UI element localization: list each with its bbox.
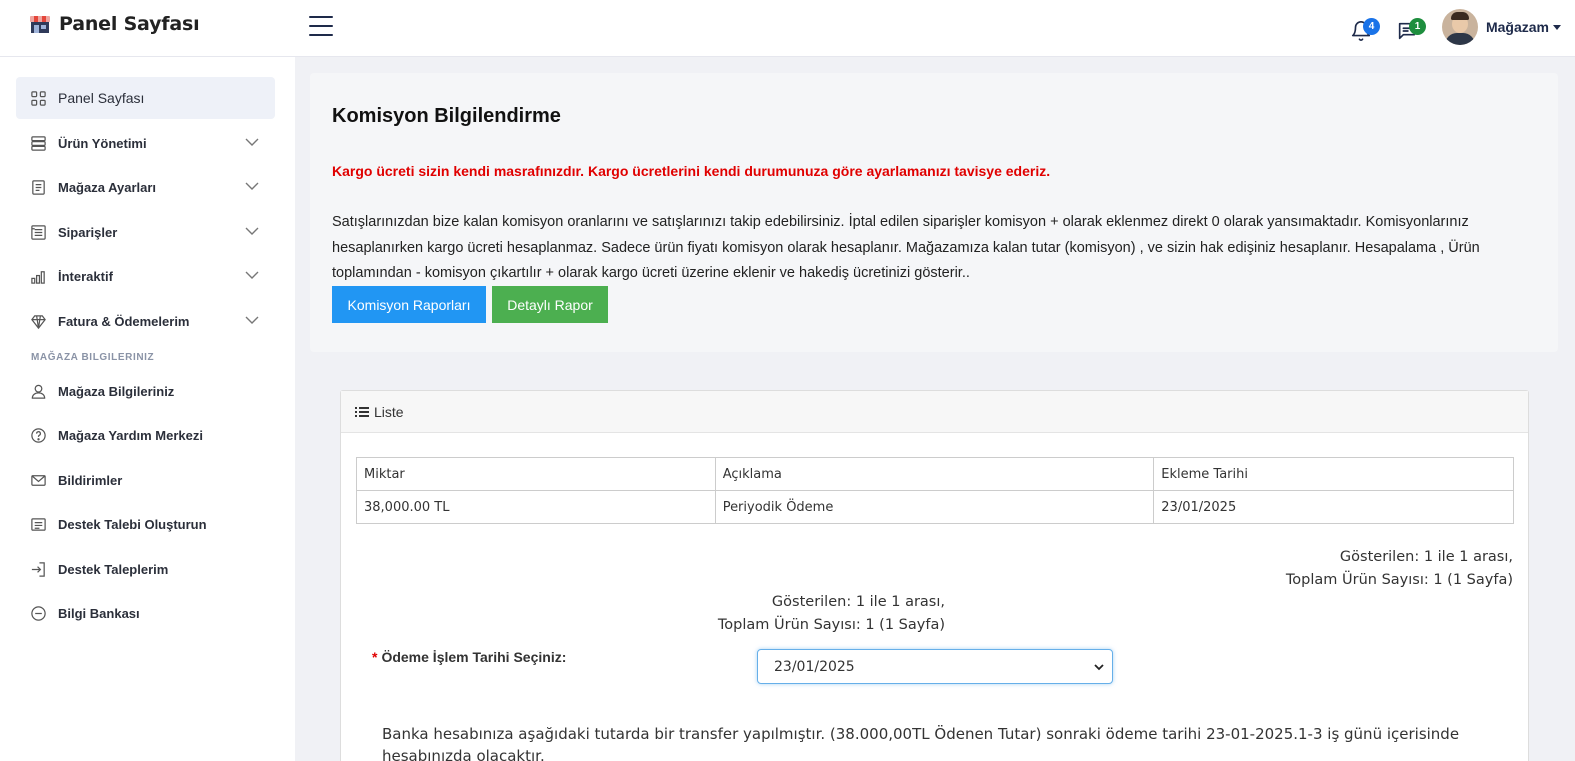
list-card: Liste Miktar Açıklama Ekleme Tarihi 38,0… [340,390,1529,761]
sidebar-item-dashboard[interactable]: Panel Sayfası [16,77,275,119]
sidebar-item-billing[interactable]: Fatura & Ödemelerim [16,300,275,342]
sidebar-item-label: Panel Sayfası [58,90,145,106]
column-header-amount: Miktar [356,457,716,491]
payment-date-label: * Ödeme İşlem Tarihi Seçiniz: [372,649,566,665]
brand-title: Panel Sayfası [59,13,200,35]
sidebar-item-label: Mağaza Yardım Merkezi [58,427,203,443]
list-title: Liste [374,403,404,420]
sidebar-section-title: MAĞAZA BILGILERINIZ [31,352,155,363]
avatar[interactable] [1441,9,1478,45]
messages-badge: 1 [1408,18,1426,35]
document-icon [32,179,45,195]
sidebar-item-knowledge-base[interactable]: Bilgi Bankası [16,592,275,634]
sidebar-item-label: Siparişler [58,224,118,240]
top-bar: Panel Sayfası 4 1 Mağazam [0,0,1575,57]
server-icon [31,135,46,151]
grid-icon [31,90,46,106]
required-marker: * [372,649,378,665]
sidebar-item-create-ticket[interactable]: Destek Talebi Oluşturun [16,503,275,545]
bar-chart-icon [31,270,45,284]
chevron-down-icon [245,138,259,146]
more-circle-icon [31,605,46,621]
page-title: Komisyon Bilgilendirme [332,105,561,127]
sidebar-item-label: Bilgi Bankası [58,605,140,621]
notifications-badge: 4 [1362,18,1380,35]
notifications-button[interactable]: 4 [1348,14,1380,41]
diamond-icon [31,314,46,329]
sidebar-item-products[interactable]: Ürün Yönetimi [16,122,275,164]
summary-total: Toplam Ürün Sayısı: 1 (1 Sayfa) [1285,572,1513,588]
commission-description: Satışlarınızdan bize kalan komisyon oran… [332,214,1480,281]
summary-total: Toplam Ürün Sayısı: 1 (1 Sayfa) [717,617,945,633]
chevron-down-icon [245,182,259,190]
cell-amount: 38,000.00 TL [356,490,716,524]
bank-transfer-note: Banka hesabınıza aşağıdaki tutarda bir t… [382,725,1460,761]
messages-button[interactable]: 1 [1394,14,1426,40]
sidebar-item-interactive[interactable]: İnteraktif [16,255,275,297]
chevron-down-icon [245,316,259,324]
sidebar-item-label: Mağaza Bilgileriniz [58,383,175,399]
payment-date-value: 23/01/2025 [774,658,855,675]
sidebar-item-label: Bildirimler [58,472,123,488]
caret-down-icon [1553,24,1561,30]
sidebar-item-orders[interactable]: Siparişler [16,211,275,253]
commission-reports-button[interactable]: Komisyon Raporları [332,286,486,323]
help-circle-icon [31,427,46,443]
table-header-row: Miktar Açıklama Ekleme Tarihi [356,457,1514,491]
column-header-description: Açıklama [714,457,1155,491]
mail-icon [31,474,46,486]
user-menu[interactable]: Mağazam [1486,19,1561,35]
payments-table: Miktar Açıklama Ekleme Tarihi 38,000.00 … [356,457,1514,524]
table-row: 38,000.00 TL Periyodik Ödeme 23/01/2025 [356,490,1514,524]
commission-info-card: Komisyon Bilgilendirme Kargo ücreti sizi… [310,73,1558,352]
sidebar-item-store-settings[interactable]: Mağaza Ayarları [16,166,275,208]
sidebar-item-label: Mağaza Ayarları [58,179,157,195]
list-icon [31,224,46,240]
store-icon [30,16,50,33]
chevron-down-icon [1094,664,1104,671]
cell-date: 23/01/2025 [1153,490,1514,524]
top-right-actions: 4 1 Mağazam [1348,9,1561,45]
login-icon [31,561,45,577]
detailed-report-button[interactable]: Detaylı Rapor [492,286,608,323]
list-header: Liste [341,391,1528,433]
sidebar-item-my-tickets[interactable]: Destek Taleplerim [16,548,275,590]
column-header-date: Ekleme Tarihi [1153,457,1514,491]
sidebar-item-help-center[interactable]: Mağaza Yardım Merkezi [16,414,275,456]
payment-date-label-text: Ödeme İşlem Tarihi Seçiniz: [381,649,567,665]
summary-shown: Gösterilen: 1 ile 1 arası, [771,594,945,610]
sidebar-item-notifications[interactable]: Bildirimler [16,459,275,501]
sidebar-item-label: İnteraktif [58,268,113,284]
summary-shown: Gösterilen: 1 ile 1 arası, [1339,549,1513,565]
sidebar-item-label: Destek Talebi Oluşturun [58,516,207,532]
menu-toggle-icon[interactable] [309,16,333,38]
list-alt-icon [31,517,46,531]
cell-description: Periyodik Ödeme [714,490,1155,524]
sidebar-item-label: Fatura & Ödemelerim [58,313,190,329]
sidebar: Panel Sayfası Ürün Yönetimi Mağaza Ayarl… [0,57,295,761]
pagination-summary-right: Gösterilen: 1 ile 1 arası, Toplam Ürün S… [1286,546,1513,592]
sidebar-item-label: Destek Taleplerim [58,561,169,577]
user-icon [31,384,46,399]
list-icon [355,406,369,417]
user-name: Mağazam [1485,19,1549,35]
chevron-down-icon [245,227,259,235]
sidebar-item-store-info[interactable]: Mağaza Bilgileriniz [16,370,275,412]
pagination-summary-center: Gösterilen: 1 ile 1 arası, Toplam Ürün S… [641,591,945,637]
payment-date-select[interactable]: 23/01/2025 [757,649,1113,684]
chevron-down-icon [245,271,259,279]
brand[interactable]: Panel Sayfası [29,13,200,35]
sidebar-item-label: Ürün Yönetimi [58,135,147,151]
shipping-warning: Kargo ücreti sizin kendi masrafınızdır. … [332,163,1051,179]
